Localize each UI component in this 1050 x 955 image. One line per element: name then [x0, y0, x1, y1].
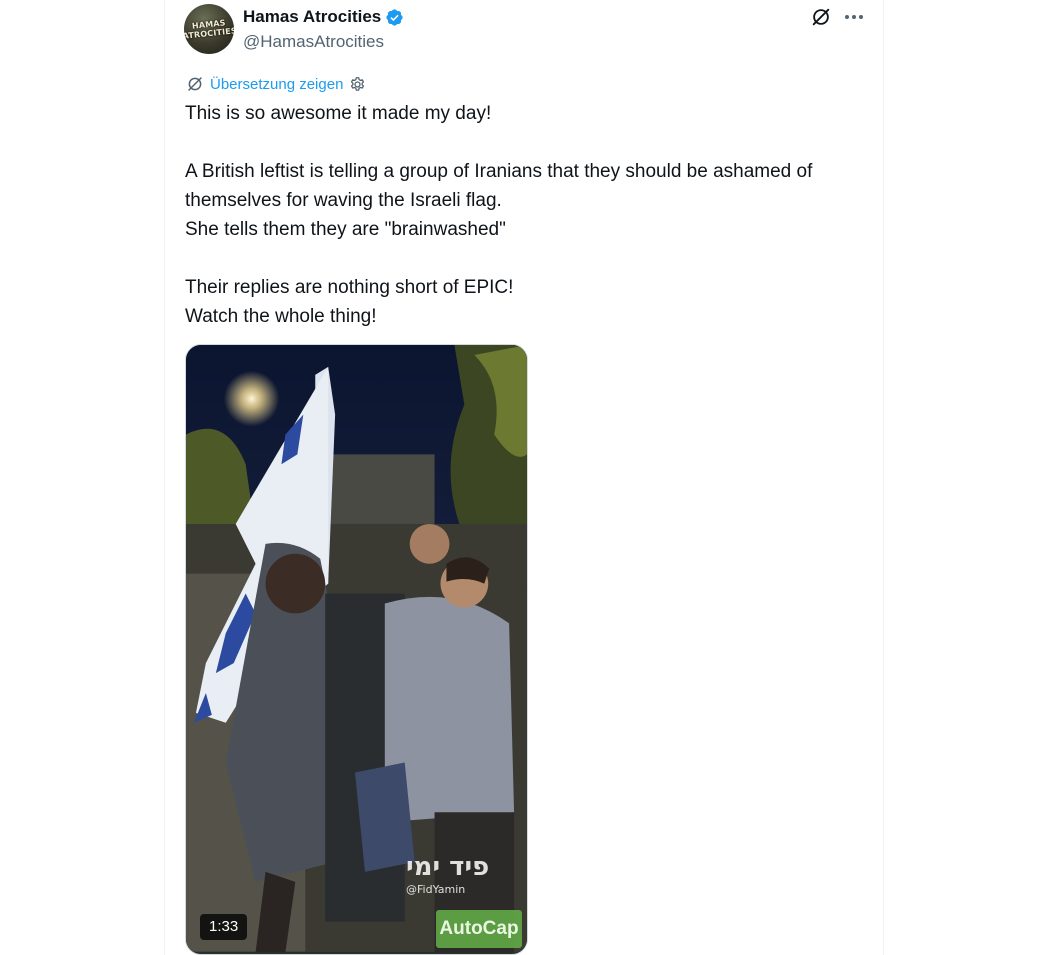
author-name[interactable]: Hamas Atrocities	[243, 7, 381, 27]
more-options-icon[interactable]	[842, 6, 866, 28]
video-watermark: פיד ימי @FidYamin	[406, 853, 489, 896]
grok-icon[interactable]	[810, 6, 832, 28]
author-avatar[interactable]: HAMAS ATROCITIES	[184, 4, 234, 54]
tweet-video[interactable]: פיד ימי @FidYamin 1:33 AutoCap	[185, 344, 528, 955]
watermark-logo: פיד ימי	[406, 852, 490, 882]
watermark-handle: @FidYamin	[406, 883, 466, 896]
tweet-article: HAMAS ATROCITIES Hamas Atrocities @Hamas…	[164, 0, 884, 955]
translate-icon	[188, 77, 202, 91]
video-duration-badge: 1:33	[200, 914, 248, 940]
autocap-badge: AutoCap	[436, 910, 522, 948]
author-name-row[interactable]: Hamas Atrocities	[243, 7, 404, 27]
show-translation-label[interactable]: Übersetzung zeigen	[210, 76, 343, 93]
verified-badge-icon	[386, 8, 403, 26]
author-handle[interactable]: @HamasAtrocities	[243, 32, 384, 52]
tweet-text: This is so awesome it made my day! A Bri…	[185, 103, 813, 327]
show-translation-link[interactable]: Übersetzung zeigen	[186, 75, 366, 93]
avatar-logo-text: HAMAS ATROCITIES	[184, 18, 234, 41]
gear-icon[interactable]	[349, 76, 366, 93]
